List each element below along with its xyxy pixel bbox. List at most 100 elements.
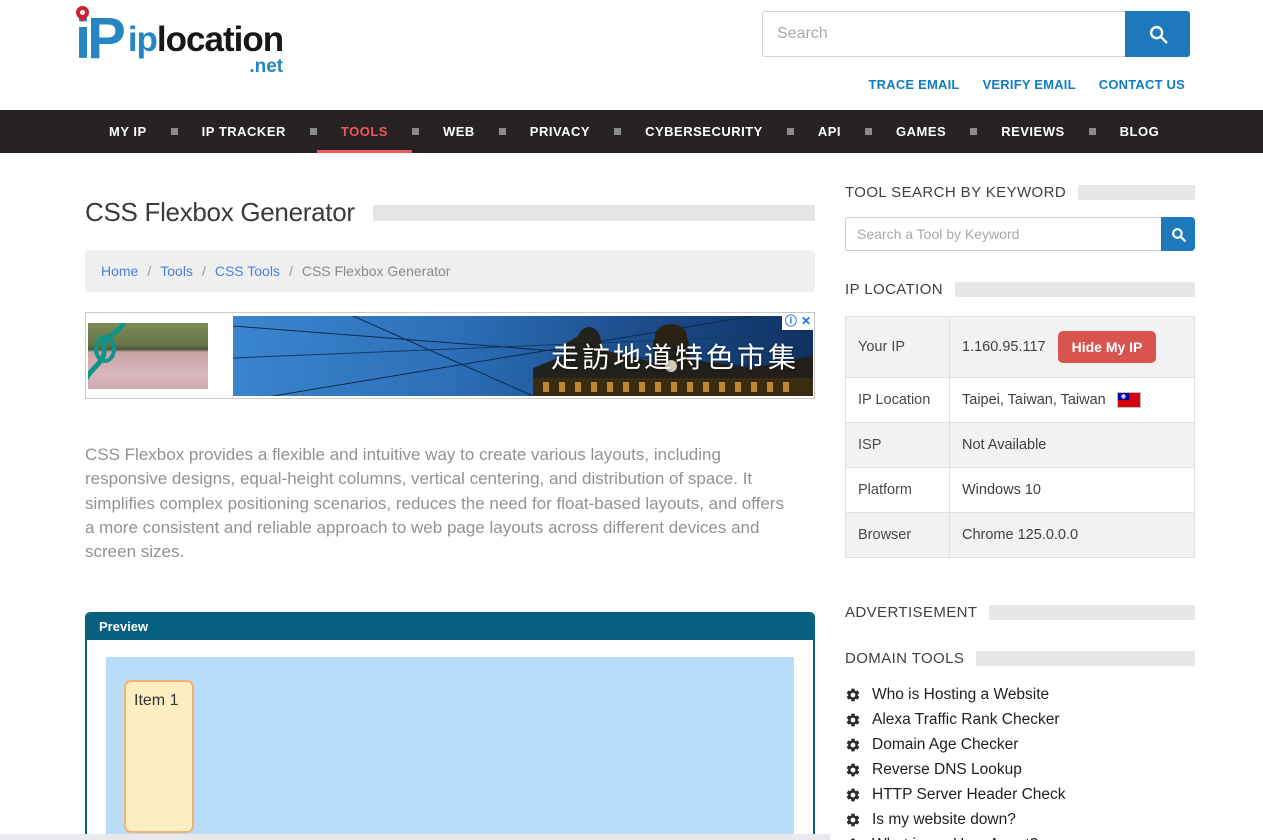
ip-row-value: Taipei, Taiwan, Taiwan [950, 378, 1195, 423]
ip-table-row-browser: Browser Chrome 125.0.0.0 [846, 513, 1195, 558]
domain-tool-item: Domain Age Checker [845, 736, 1195, 754]
sidebar: TOOL SEARCH BY KEYWORD IP LOCATION Your … [845, 153, 1195, 840]
breadcrumb-link-home[interactable]: Home [101, 263, 138, 279]
site-search-button[interactable] [1125, 11, 1190, 57]
tool-description: CSS Flexbox provides a flexible and intu… [85, 443, 815, 564]
domain-tool-link-http-server-header-check[interactable]: HTTP Server Header Check [872, 786, 1066, 804]
ip-row-value-text: 1.160.95.117 [962, 339, 1046, 355]
nav-separator-icon [412, 128, 419, 135]
nav-separator-icon [171, 128, 178, 135]
nav-item-privacy[interactable]: PRIVACY [506, 110, 614, 153]
ad-close-icon[interactable]: ✕ [801, 313, 811, 330]
ip-row-label: ISP [846, 423, 950, 468]
header-link-contact-us[interactable]: CONTACT US [1099, 77, 1185, 92]
domain-tools-list: Who is Hosting a Website Alexa Traffic Ra… [845, 686, 1195, 840]
heading-decor-bar [989, 605, 1195, 620]
nav-item-games[interactable]: GAMES [872, 110, 970, 153]
preview-panel: Preview Item 1 [85, 612, 815, 840]
ad-thumbnail-image [88, 323, 208, 389]
ip-table-row-ip-location: IP LocationTaipei, Taiwan, Taiwan [846, 378, 1195, 423]
hide-my-ip-button[interactable]: Hide My IP [1058, 331, 1157, 363]
site-logo[interactable]: iP iplocation .net [75, 8, 283, 76]
domain-tool-link-who-is-hosting-a-website[interactable]: Who is Hosting a Website [872, 686, 1049, 704]
ip-table-row-isp: ISP Not Available [846, 423, 1195, 468]
tool-search-button[interactable] [1161, 217, 1195, 251]
logo-word-location: location [157, 20, 283, 59]
breadcrumb-separator: / [289, 263, 293, 279]
ip-row-value: 1.160.95.117 Hide My IP [950, 317, 1195, 378]
ip-row-label: Your IP [846, 317, 950, 378]
breadcrumb-current: CSS Flexbox Generator [302, 263, 451, 279]
nav-item-tools[interactable]: TOOLS [317, 110, 412, 153]
ad-banner[interactable]: 走訪地道特色市集 ⓘ ✕ [85, 312, 815, 399]
ip-row-value: Not Available [950, 423, 1195, 468]
gear-icon [845, 687, 861, 703]
nav-item-my-ip[interactable]: MY IP [85, 110, 171, 153]
ad-headline: 走訪地道特色市集 [551, 336, 799, 376]
nav-separator-icon [865, 128, 872, 135]
domain-tool-link-alexa-traffic-rank-checker[interactable]: Alexa Traffic Rank Checker [872, 711, 1060, 729]
nav-item-ip-tracker[interactable]: IP TRACKER [178, 110, 310, 153]
ip-row-value-text: Windows 10 [962, 482, 1041, 498]
gear-icon [845, 737, 861, 753]
header-links: TRACE EMAIL VERIFY EMAIL CONTACT US [869, 77, 1185, 92]
breadcrumb-separator: / [147, 263, 151, 279]
preview-panel-body: Item 1 [87, 640, 813, 840]
nav-separator-icon [970, 128, 977, 135]
nav-item-web[interactable]: WEB [419, 110, 499, 153]
site-search [762, 11, 1190, 57]
nav-item-reviews[interactable]: REVIEWS [977, 110, 1088, 153]
domain-tool-item: Who is Hosting a Website [845, 686, 1195, 704]
header-link-verify-email[interactable]: VERIFY EMAIL [983, 77, 1076, 92]
ad-controls: ⓘ ✕ [782, 313, 814, 330]
breadcrumb: Home/Tools/CSS Tools/CSS Flexbox Generat… [85, 250, 815, 292]
content-area: CSS Flexbox Generator Home / Tools / CSS Too… [0, 153, 1263, 840]
title-decor-bar [373, 205, 815, 221]
ip-row-value: Chrome 125.0.0.0 [950, 513, 1195, 558]
domain-tool-link-what-is-my-user-agent[interactable]: What is my User Agent? [872, 836, 1038, 840]
page-title: CSS Flexbox Generator [85, 197, 355, 228]
ip-location-table: Your IP 1.160.95.117 Hide My IP IP Location… [845, 316, 1195, 558]
nav-separator-icon [1089, 128, 1096, 135]
site-search-input[interactable] [762, 11, 1125, 57]
domain-tool-item: What is my User Agent? [845, 836, 1195, 840]
nav-item-blog[interactable]: BLOG [1096, 110, 1184, 153]
nav-item-api[interactable]: API [794, 110, 865, 153]
tool-search-input[interactable] [845, 217, 1161, 251]
flexbox-preview-container: Item 1 [106, 657, 794, 840]
domain-tool-item: HTTP Server Header Check [845, 786, 1195, 804]
breadcrumb-link-tools[interactable]: Tools [160, 263, 193, 279]
ip-table-row-platform: Platform Windows 10 [846, 468, 1195, 513]
gear-icon [845, 762, 861, 778]
ip-row-value-text: Taipei, Taiwan, Taiwan [962, 392, 1106, 408]
taiwan-flag-icon [1118, 393, 1140, 407]
nav-separator-icon [614, 128, 621, 135]
ip-location-heading: IP LOCATION [845, 281, 1195, 298]
gear-icon [845, 712, 861, 728]
ip-row-value-text: Chrome 125.0.0.0 [962, 527, 1078, 543]
breadcrumb-link-css-tools[interactable]: CSS Tools [215, 263, 280, 279]
ip-row-value-text: Not Available [962, 437, 1046, 453]
preview-panel-header: Preview [87, 614, 813, 640]
ip-row-label: Platform [846, 468, 950, 513]
ad-info-icon[interactable]: ⓘ [785, 313, 797, 330]
domain-tool-link-domain-age-checker[interactable]: Domain Age Checker [872, 736, 1018, 754]
iplocation-page: iP iplocation .net TRACE EMAIL VERIFY EMA… [0, 0, 1263, 840]
header-link-trace-email[interactable]: TRACE EMAIL [869, 77, 960, 92]
main-column: CSS Flexbox Generator Home / Tools / CSS Too… [85, 153, 815, 840]
domain-tool-link-reverse-dns-lookup[interactable]: Reverse DNS Lookup [872, 761, 1022, 779]
ad-creative-image: 走訪地道特色市集 [233, 316, 813, 396]
tool-search-heading: TOOL SEARCH BY KEYWORD [845, 184, 1195, 201]
ip-row-label: Browser [846, 513, 950, 558]
advertisement-heading: ADVERTISEMENT [845, 604, 1195, 621]
ip-table-row-your-ip: Your IP 1.160.95.117 Hide My IP [846, 317, 1195, 378]
heading-decor-bar [955, 282, 1195, 297]
nav-item-cybersecurity[interactable]: CYBERSECURITY [621, 110, 787, 153]
domain-tool-link-is-my-website-down[interactable]: Is my website down? [872, 811, 1016, 829]
logo-mark: iP [75, 8, 122, 70]
flexbox-preview-item[interactable]: Item 1 [124, 680, 194, 833]
tool-search [845, 217, 1195, 251]
domain-tools-heading: DOMAIN TOOLS [845, 650, 1195, 667]
gear-icon [845, 812, 861, 828]
logo-word-ip: ip [128, 20, 157, 59]
